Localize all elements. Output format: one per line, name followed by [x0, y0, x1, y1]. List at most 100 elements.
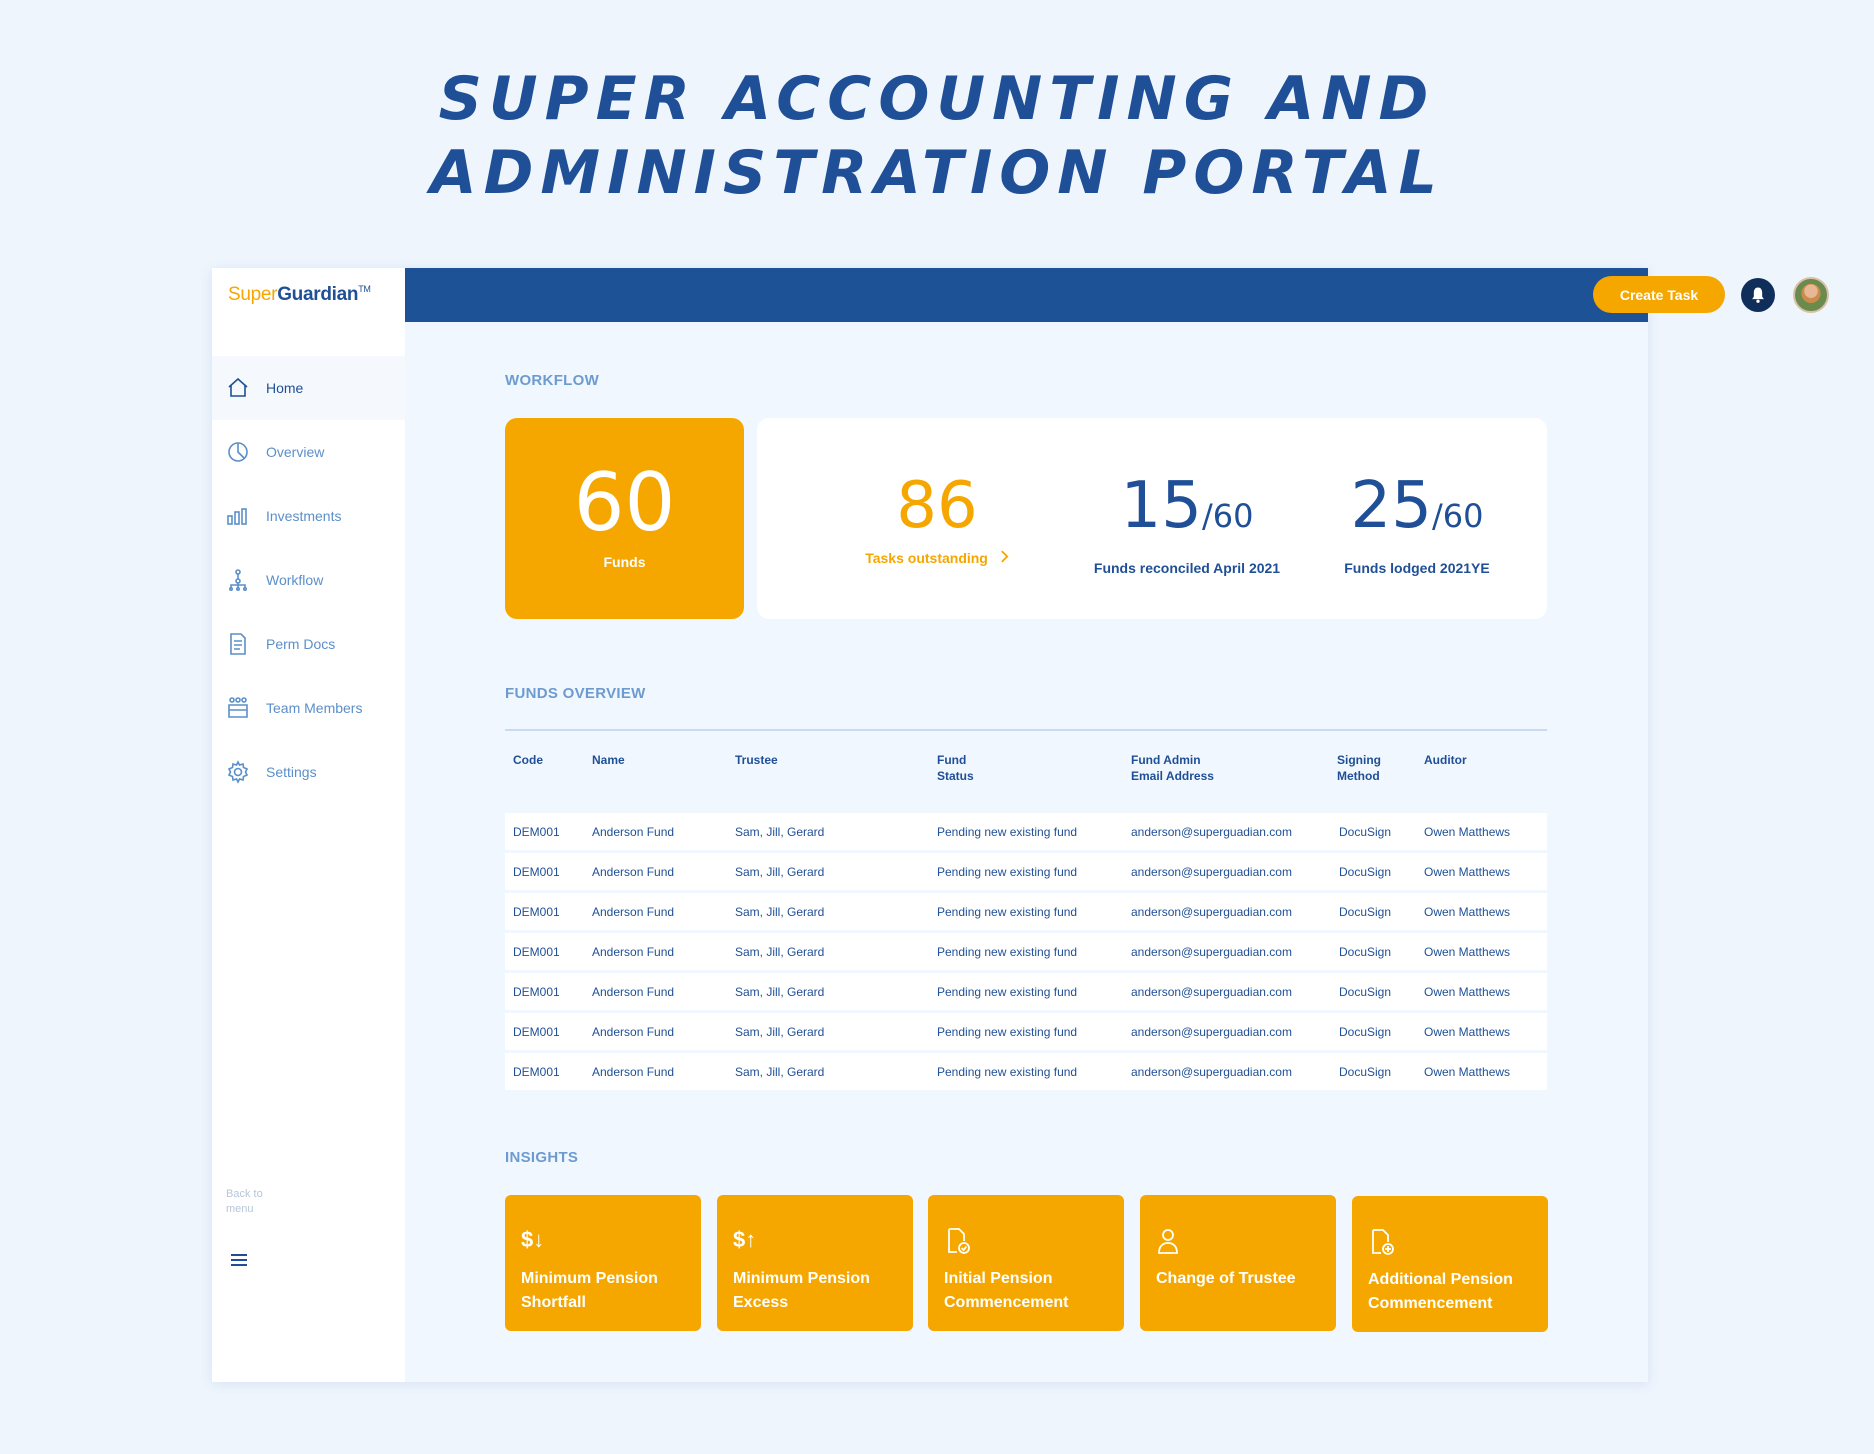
insight-card-additional-pension-commencement[interactable]: Additional Pension Commencement — [1352, 1196, 1548, 1332]
insight-label-line-1: Minimum Pension — [733, 1270, 870, 1287]
hero-title-line-1: SUPER ACCOUNTING AND — [438, 64, 1436, 134]
tasks-outstanding-value: 86 — [896, 469, 978, 543]
create-task-button[interactable]: Create Task — [1593, 276, 1725, 313]
cell-fund-status: Pending new existing fund — [937, 1065, 1078, 1079]
bar-chart-icon — [226, 504, 250, 528]
table-row[interactable]: DEM001 Anderson Fund Sam, Jill, Gerard Pend… — [505, 853, 1547, 890]
gear-icon — [226, 760, 250, 784]
cell-email: anderson@superguadian.com — [1131, 1065, 1292, 1079]
sidebar-item-team-members[interactable]: Team Members — [212, 676, 405, 740]
sidebar-item-workflow[interactable]: Workflow — [212, 548, 405, 612]
top-bar: Create Task — [405, 268, 1829, 322]
sidebar-item-overview[interactable]: Overview — [212, 420, 405, 484]
insight-card-initial-pension-commencement[interactable]: Initial Pension Commencement — [928, 1195, 1124, 1331]
column-header-fund-status-line-2: Status — [937, 769, 974, 783]
cell-auditor: Owen Matthews — [1424, 985, 1511, 999]
insight-label-line-2: Commencement — [944, 1294, 1069, 1311]
cell-auditor: Owen Matthews — [1424, 1025, 1511, 1039]
tasks-outstanding-label: Tasks outstanding — [865, 550, 988, 566]
insight-card-label: Change of Trustee — [1156, 1267, 1326, 1291]
cell-auditor: Owen Matthews — [1424, 825, 1511, 839]
funds-lodged-label: Funds lodged 2021YE — [1344, 560, 1490, 576]
cell-name: Anderson Fund — [592, 825, 675, 839]
table-row[interactable]: DEM001 Anderson Fund Sam, Jill, Gerard Pend… — [505, 973, 1547, 1010]
funds-lodged-numerator: 25 — [1350, 469, 1432, 543]
sidebar-item-label: Home — [266, 380, 304, 396]
cell-signing-method: DocuSign — [1339, 945, 1392, 959]
cell-email: anderson@superguadian.com — [1131, 865, 1292, 879]
back-to-menu-label: Back to menu — [226, 1188, 263, 1215]
table-row[interactable]: DEM001 Anderson Fund Sam, Jill, Gerard Pend… — [505, 933, 1547, 970]
cell-trustee: Sam, Jill, Gerard — [735, 865, 825, 879]
hamburger-menu-icon[interactable] — [228, 1250, 250, 1270]
insight-label-line-1: Additional Pension — [1368, 1271, 1513, 1288]
pie-chart-icon — [226, 440, 250, 464]
insight-card-label: Additional Pension Commencement — [1368, 1268, 1538, 1316]
column-header-trustee: Trustee — [735, 753, 778, 767]
funds-reconciled-stat: 15/60 Funds reconciled April 2021 — [1057, 470, 1317, 576]
logo[interactable]: SuperGuardianTM — [228, 284, 371, 306]
cell-name: Anderson Fund — [592, 905, 675, 919]
cell-name: Anderson Fund — [592, 985, 675, 999]
table-row[interactable]: DEM001 Anderson Fund Sam, Jill, Gerard Pend… — [505, 1013, 1547, 1050]
sidebar-item-label: Workflow — [266, 572, 324, 588]
insight-card-label: Minimum Pension Shortfall — [521, 1267, 691, 1315]
insight-card-change-of-trustee[interactable]: Change of Trustee — [1140, 1195, 1336, 1331]
tasks-outstanding-link[interactable]: Tasks outstanding — [817, 550, 1057, 566]
workflow-icon — [226, 568, 250, 592]
insight-card-minimum-pension-shortfall[interactable]: $↓ Minimum Pension Shortfall — [505, 1195, 701, 1331]
table-row[interactable]: DEM001 Anderson Fund Sam, Jill, Gerard Pend… — [505, 813, 1547, 850]
workflow-section-title: WORKFLOW — [505, 372, 600, 389]
insight-card-label: Minimum Pension Excess — [733, 1267, 903, 1315]
sidebar-item-home[interactable]: Home — [212, 356, 405, 420]
column-header-signing-method: Signing Method — [1337, 752, 1381, 784]
sidebar-item-perm-docs[interactable]: Perm Docs — [212, 612, 405, 676]
funds-overview-section-title: FUNDS OVERVIEW — [505, 685, 646, 702]
cell-code: DEM001 — [513, 865, 560, 879]
sidebar-item-label: Overview — [266, 444, 325, 460]
sidebar-item-investments[interactable]: Investments — [212, 484, 405, 548]
cell-trustee: Sam, Jill, Gerard — [735, 985, 825, 999]
sidebar-item-settings[interactable]: Settings — [212, 740, 405, 804]
column-header-fund-status: Fund Status — [937, 752, 974, 784]
cell-name: Anderson Fund — [592, 865, 675, 879]
table-row[interactable]: DEM001 Anderson Fund Sam, Jill, Gerard Pend… — [505, 893, 1547, 930]
sidebar-item-label: Settings — [266, 764, 317, 780]
bell-icon[interactable] — [1741, 278, 1775, 312]
funds-count-label: Funds — [603, 554, 646, 570]
insight-card-minimum-pension-excess[interactable]: $↑ Minimum Pension Excess — [717, 1195, 913, 1331]
dollar-up-icon: $↑ — [733, 1227, 757, 1252]
funds-count-value: 60 — [573, 456, 676, 549]
funds-reconciled-denominator: /60 — [1201, 497, 1254, 535]
table-row[interactable]: DEM001 Anderson Fund Sam, Jill, Gerard Pend… — [505, 1053, 1547, 1090]
cell-email: anderson@superguadian.com — [1131, 825, 1292, 839]
tasks-outstanding-stat[interactable]: 86 Tasks outstanding — [817, 470, 1057, 566]
cell-signing-method: DocuSign — [1339, 825, 1392, 839]
column-header-fund-admin-line-2: Email Address — [1131, 769, 1214, 783]
cell-fund-status: Pending new existing fund — [937, 945, 1078, 959]
insight-card-label: Initial Pension Commencement — [944, 1267, 1114, 1315]
cell-fund-status: Pending new existing fund — [937, 985, 1078, 999]
funds-lodged-value: 25/60 — [1317, 470, 1517, 552]
cell-email: anderson@superguadian.com — [1131, 945, 1292, 959]
insight-label-line-1: Change of Trustee — [1156, 1270, 1296, 1287]
document-plus-icon — [1368, 1228, 1396, 1256]
column-header-fund-admin-email: Fund Admin Email Address — [1131, 752, 1214, 784]
cell-trustee: Sam, Jill, Gerard — [735, 1065, 825, 1079]
insights-section-title: INSIGHTS — [505, 1149, 579, 1166]
column-header-fund-admin-line-1: Fund Admin — [1131, 753, 1201, 767]
person-icon — [1156, 1227, 1184, 1255]
cell-auditor: Owen Matthews — [1424, 1065, 1511, 1079]
insight-label-line-2: Excess — [733, 1294, 789, 1311]
avatar[interactable] — [1793, 277, 1829, 313]
insight-label-line-1: Initial Pension — [944, 1270, 1053, 1287]
cell-trustee: Sam, Jill, Gerard — [735, 945, 825, 959]
workflow-stats-card: 86 Tasks outstanding 15/60 Funds reconci… — [757, 418, 1547, 619]
funds-count-card[interactable]: 60 Funds — [505, 418, 744, 619]
cell-signing-method: DocuSign — [1339, 1065, 1392, 1079]
cell-code: DEM001 — [513, 825, 560, 839]
cell-signing-method: DocuSign — [1339, 1025, 1392, 1039]
cell-trustee: Sam, Jill, Gerard — [735, 825, 825, 839]
cell-name: Anderson Fund — [592, 945, 675, 959]
document-check-icon — [944, 1227, 972, 1255]
